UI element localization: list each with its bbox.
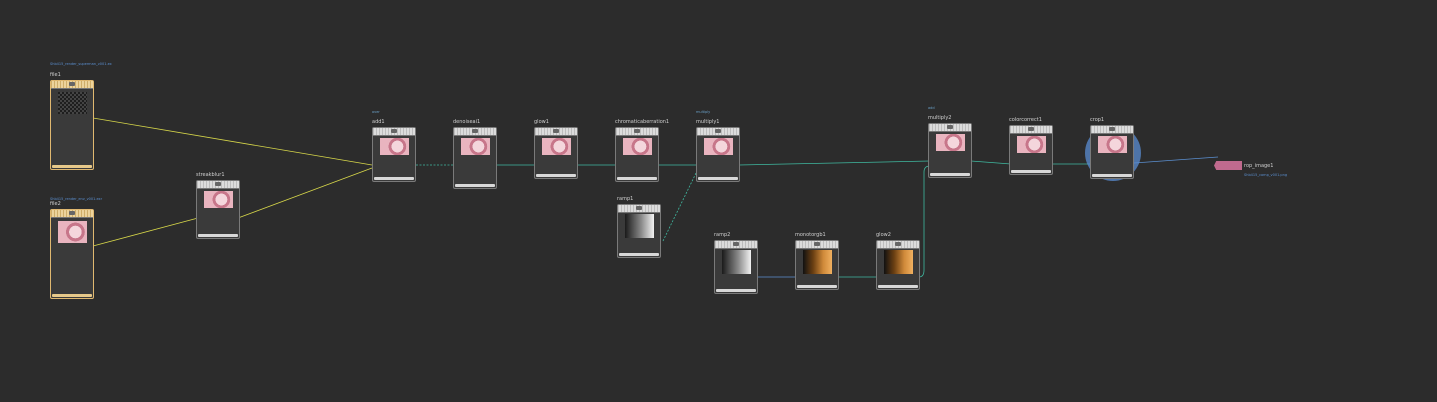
node-label: denoiseai1 xyxy=(453,119,481,125)
node-label: add1 xyxy=(372,119,385,125)
node-meta: add xyxy=(928,106,935,110)
aberration-icon xyxy=(634,129,640,133)
rop-label: rop_image1 xyxy=(1244,163,1274,169)
color-correct-icon xyxy=(1028,127,1034,131)
node-multiply2[interactable]: add multiply2 xyxy=(928,106,972,178)
add-icon xyxy=(391,129,397,133)
node-label: monotorgb1 xyxy=(795,232,826,238)
thumbnail xyxy=(461,138,490,155)
node-streakblur1[interactable]: streakblur1 xyxy=(196,172,240,240)
crop-icon xyxy=(1109,127,1115,131)
rop-file-path: Shb415_comp_v001.png xyxy=(1244,173,1288,177)
glow-icon xyxy=(553,129,559,133)
node-label: file2 xyxy=(50,201,61,207)
multiply-icon xyxy=(947,125,953,129)
node-file-path: Shb415_render_superman_v001.ex xyxy=(50,62,112,66)
node-monotorgb1[interactable]: monotorgb1 xyxy=(795,232,839,290)
thumbnail xyxy=(380,138,409,155)
thumbnail xyxy=(936,134,965,151)
thumbnail xyxy=(803,250,832,274)
node-multiply1[interactable]: multiply multiply1 xyxy=(696,110,740,182)
node-file2[interactable]: file2 Shb415_render_env_v001.exr xyxy=(50,197,102,299)
thumbnail xyxy=(722,250,751,274)
thumbnail xyxy=(58,221,87,243)
node-meta: over xyxy=(372,110,380,114)
node-rop-image1[interactable] xyxy=(1214,161,1242,170)
node-chromaticaberration1[interactable]: chromaticaberration1 xyxy=(615,119,669,182)
node-glow1[interactable]: glow1 xyxy=(534,119,578,179)
node-ramp2[interactable]: ramp2 xyxy=(714,232,758,294)
file-icon xyxy=(69,211,75,215)
node-label: multiply2 xyxy=(928,115,952,121)
node-add1[interactable]: over add1 xyxy=(372,110,416,182)
thumbnail xyxy=(1017,136,1046,153)
node-label: chromaticaberration1 xyxy=(615,119,670,125)
thumbnail xyxy=(704,138,733,155)
thumbnail xyxy=(884,250,913,274)
glow-icon xyxy=(895,242,901,246)
multiply-icon xyxy=(715,129,721,133)
node-colorcorrect1[interactable]: colorcorrect1 xyxy=(1009,117,1053,175)
node-meta: multiply xyxy=(696,110,711,114)
thumbnail xyxy=(1098,136,1127,153)
thumbnail xyxy=(58,92,87,114)
thumbnail xyxy=(204,191,233,208)
node-label: glow1 xyxy=(534,119,549,125)
file-icon xyxy=(69,82,75,86)
node-ramp1[interactable]: ramp1 xyxy=(617,196,661,258)
node-label: ramp2 xyxy=(714,232,731,238)
node-label: crop1 xyxy=(1090,117,1105,123)
thumbnail xyxy=(625,214,654,238)
node-glow2[interactable]: glow2 xyxy=(876,232,920,290)
node-label: ramp1 xyxy=(617,196,634,202)
node-file-path: Shb415_render_env_v001.exr xyxy=(50,197,103,201)
node-denoiseai1[interactable]: denoiseai1 xyxy=(453,119,497,189)
ramp-icon xyxy=(733,242,739,246)
node-label: streakblur1 xyxy=(196,172,225,178)
blur-icon xyxy=(215,182,221,186)
thumbnail xyxy=(542,138,571,155)
thumbnail xyxy=(623,138,652,155)
ramp-icon xyxy=(636,206,642,210)
mono-to-rgb-icon xyxy=(814,242,820,246)
node-label: file1 xyxy=(50,72,61,78)
node-label: colorcorrect1 xyxy=(1009,117,1042,123)
node-file1[interactable]: file1 Shb415_render_superman_v001.ex xyxy=(50,62,112,170)
node-crop1[interactable]: crop1 xyxy=(1090,117,1134,179)
node-label: multiply1 xyxy=(696,119,720,125)
denoise-icon xyxy=(472,129,478,133)
node-label: glow2 xyxy=(876,232,891,238)
